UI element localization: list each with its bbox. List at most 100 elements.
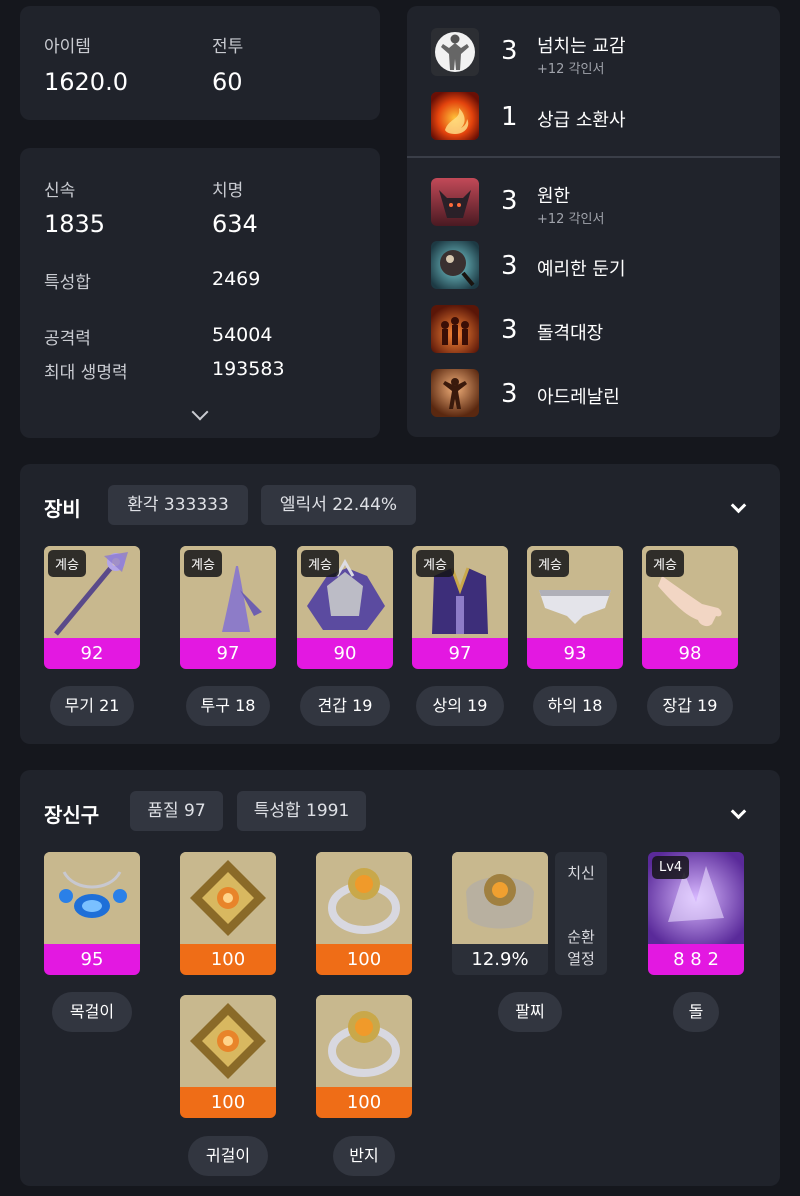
transcendence-pill: 환각 333333 (108, 485, 248, 525)
engraving-name: 넘치는 교감 (537, 36, 626, 57)
engraving-row[interactable]: 3 원한 +12 각인서 (431, 178, 761, 228)
engraving-name: 아드레날린 (537, 387, 620, 408)
bracelet-effect: 순환 (567, 928, 595, 946)
quality-value: 97 (412, 638, 508, 669)
quality-value: 100 (316, 944, 412, 975)
engraving-level: 3 (501, 379, 518, 409)
accessory-label: 팔찌 (498, 992, 562, 1032)
engraving-divider (407, 156, 780, 158)
attack-value: 54004 (212, 324, 273, 346)
bracelet-value: 12.9% (452, 944, 548, 975)
engraving-level: 3 (501, 315, 518, 345)
quality-value: 100 (180, 1087, 276, 1118)
engraving-level: 3 (501, 186, 518, 216)
mace-icon (431, 241, 479, 289)
succession-badge: 계승 (184, 550, 222, 577)
bracelet-effects-panel: 치신 순환 열정 (555, 852, 607, 975)
equipment-label: 장갑 19 (647, 686, 733, 726)
accessory-label: 목걸이 (52, 992, 132, 1032)
equipment-item-helmet[interactable]: 계승 97 (180, 546, 276, 669)
combat-level-value: 60 (212, 68, 243, 96)
equipment-label: 하의 18 (533, 686, 617, 726)
engraving-name: 돌격대장 (537, 323, 604, 344)
accessory-label: 돌 (673, 992, 719, 1032)
quality-value: 93 (527, 638, 623, 669)
engraving-book: +12 각인서 (537, 62, 605, 77)
accessory-earring[interactable]: 100 (180, 852, 276, 975)
trait-sum-label: 특성합 (44, 273, 91, 293)
accessory-ring[interactable]: 100 (316, 852, 412, 975)
engraving-row[interactable]: 1 상급 소환사 (431, 92, 761, 142)
bracelet-icon (452, 852, 548, 944)
accessory-ability-stone[interactable]: Lv4 8 8 2 (648, 852, 744, 975)
trait-sum-value: 2469 (212, 268, 261, 290)
quality-value: 95 (44, 944, 140, 975)
engraving-row[interactable]: 3 아드레날린 (431, 369, 761, 419)
accessory-ring[interactable]: 100 (316, 995, 412, 1118)
succession-badge: 계승 (531, 550, 569, 577)
collapse-chevron-icon[interactable] (730, 497, 747, 514)
succession-badge: 계승 (48, 550, 86, 577)
equipment-label: 견갑 19 (300, 686, 390, 726)
succession-badge: 계승 (416, 550, 454, 577)
stone-level-badge: Lv4 (652, 856, 690, 879)
bracelet-effect: 치신 (567, 864, 595, 882)
engraving-name: 상급 소환사 (537, 110, 626, 131)
stats-main-card[interactable]: 신속 1835 치명 634 특성합 2469 공격력 54004 최대 생명력… (20, 148, 380, 438)
crit-label: 치명 (212, 181, 244, 201)
equipment-item-pants[interactable]: 계승 93 (527, 546, 623, 669)
engraving-level: 1 (501, 102, 518, 132)
swift-value: 1835 (44, 210, 106, 238)
necklace-icon (44, 852, 140, 944)
earring-icon (180, 852, 276, 944)
accessory-bracelet[interactable]: 12.9% (452, 852, 548, 975)
engraving-row[interactable]: 3 예리한 둔기 (431, 241, 761, 291)
equipment-item-gloves[interactable]: 계승 98 (642, 546, 738, 669)
engravings-card: 3 넘치는 교감 +12 각인서 1 상급 소환사 3 원한 +12 각인서 3… (407, 6, 780, 437)
quality-pill: 품질 97 (130, 791, 223, 831)
equipment-label: 상의 19 (416, 686, 504, 726)
phoenix-icon (431, 92, 479, 140)
stone-value: 8 8 2 (648, 944, 744, 975)
engraving-book: +12 각인서 (537, 212, 605, 227)
elixir-pill: 엘릭서 22.44% (261, 485, 416, 525)
hp-label: 최대 생명력 (44, 363, 128, 383)
earring-icon (180, 995, 276, 1087)
item-level-value: 1620.0 (44, 68, 128, 96)
ring-icon (316, 995, 412, 1087)
succession-badge: 계승 (301, 550, 339, 577)
expand-chevron-icon[interactable] (191, 403, 209, 421)
equipment-card: 장비 환각 333333 엘릭서 22.44% 계승 92 무기 21 계승 9… (20, 464, 780, 744)
combat-level-label: 전투 (212, 37, 244, 57)
accessories-title: 장신구 (44, 803, 100, 827)
figure-icon (431, 28, 479, 76)
item-level-label: 아이템 (44, 37, 91, 57)
engraving-row[interactable]: 3 넘치는 교감 +12 각인서 (431, 28, 761, 78)
ring-icon (316, 852, 412, 944)
equipment-item-shoulder[interactable]: 계승 90 (297, 546, 393, 669)
collapse-chevron-icon[interactable] (730, 803, 747, 820)
quality-value: 97 (180, 638, 276, 669)
equipment-item-weapon[interactable]: 계승 92 (44, 546, 140, 669)
quality-value: 100 (180, 944, 276, 975)
equipment-item-chest[interactable]: 계승 97 (412, 546, 508, 669)
engraving-level: 3 (501, 36, 518, 66)
engraving-name: 원한 (537, 186, 571, 207)
accessory-label: 반지 (333, 1136, 395, 1176)
trait-sum-pill: 특성합 1991 (237, 791, 366, 831)
accessory-earring[interactable]: 100 (180, 995, 276, 1118)
adrenaline-icon (431, 369, 479, 417)
equipment-title: 장비 (44, 497, 81, 521)
engraving-row[interactable]: 3 돌격대장 (431, 305, 761, 355)
demon-icon (431, 178, 479, 226)
accessories-card: 장신구 품질 97 특성합 1991 95 목걸이 100 100 12.9% … (20, 770, 780, 1186)
succession-badge: 계승 (646, 550, 684, 577)
quality-value: 92 (44, 638, 140, 669)
bracelet-effect: 열정 (567, 950, 595, 968)
hp-value: 193583 (212, 358, 285, 380)
quality-value: 100 (316, 1087, 412, 1118)
equipment-label: 투구 18 (186, 686, 270, 726)
swift-label: 신속 (44, 181, 76, 201)
accessory-necklace[interactable]: 95 (44, 852, 140, 975)
equipment-label: 무기 21 (50, 686, 134, 726)
